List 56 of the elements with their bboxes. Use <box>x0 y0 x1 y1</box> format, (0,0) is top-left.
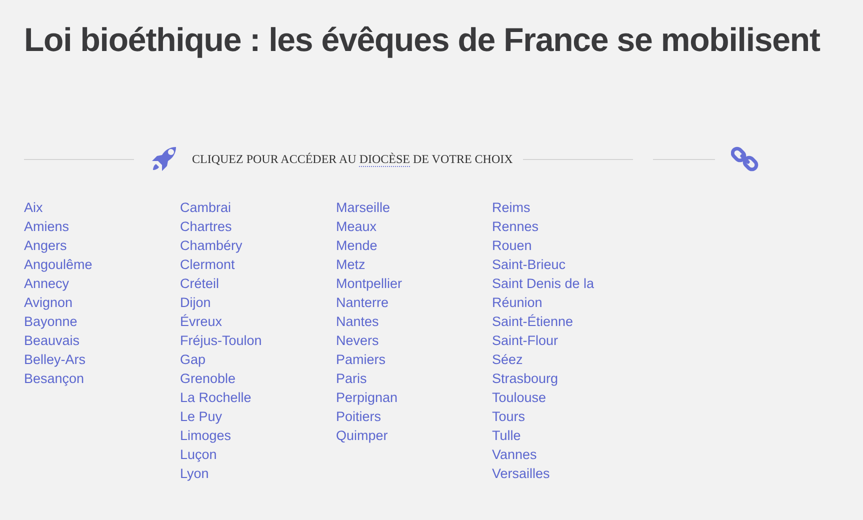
diocese-link[interactable]: Tours <box>492 407 526 426</box>
diocese-link[interactable]: Marseille <box>336 198 390 217</box>
diocese-link[interactable]: Montpellier <box>336 274 402 293</box>
diocese-link[interactable]: Angoulême <box>24 255 92 274</box>
diocese-link[interactable]: Clermont <box>180 255 235 274</box>
diocese-link[interactable]: Perpignan <box>336 388 398 407</box>
diocese-link[interactable]: Saint-Étienne <box>492 312 574 331</box>
banner-text: CLIQUEZ POUR ACCÉDER AU DIOCÈSE DE VOTRE CHOIX <box>192 152 513 166</box>
diocese-link[interactable]: Cambrai <box>180 198 232 217</box>
diocese-link[interactable]: Beauvais <box>24 331 80 350</box>
diocese-link[interactable]: Meaux <box>336 217 377 236</box>
diocese-link[interactable]: Le Puy <box>180 407 222 426</box>
diocese-link[interactable]: Limoges <box>180 426 232 445</box>
diocese-link[interactable]: Dijon <box>180 293 211 312</box>
diocese-link[interactable]: Belley-Ars <box>24 350 86 369</box>
diocese-link[interactable]: Vannes <box>492 445 537 464</box>
diocese-link[interactable]: Fréjus-Toulon <box>180 331 262 350</box>
diocese-link[interactable]: Poitiers <box>336 407 382 426</box>
diocese-link[interactable]: Gap <box>180 350 206 369</box>
diocese-link[interactable]: Nanterre <box>336 293 389 312</box>
diocese-link[interactable]: Paris <box>336 369 367 388</box>
diocese-link[interactable]: Metz <box>336 255 366 274</box>
diocese-link[interactable]: Saint Denis de la Réunion <box>492 274 620 312</box>
diocese-link[interactable]: Versailles <box>492 464 550 483</box>
diocese-link[interactable]: Grenoble <box>180 369 236 388</box>
diocese-link[interactable]: Rennes <box>492 217 539 236</box>
diocese-link[interactable]: Nevers <box>336 331 379 350</box>
diocese-link[interactable]: Besançon <box>24 369 84 388</box>
diocese-link[interactable]: Rouen <box>492 236 532 255</box>
diocese-link[interactable]: Angers <box>24 236 67 255</box>
rocket-icon <box>150 145 178 173</box>
diocese-link[interactable]: Tulle <box>492 426 521 445</box>
diocese-link[interactable]: Saint-Brieuc <box>492 255 566 274</box>
diocese-link[interactable]: Séez <box>492 350 523 369</box>
diocese-link[interactable]: Bayonne <box>24 312 78 331</box>
article-title: Loi bioéthique : les évêques de France se mobilisent <box>24 20 820 60</box>
diocese-link[interactable]: Toulouse <box>492 388 546 407</box>
diocese-link[interactable]: Amiens <box>24 217 70 236</box>
diocese-link[interactable]: Strasbourg <box>492 369 558 388</box>
diocese-link[interactable]: Annecy <box>24 274 70 293</box>
diocese-link[interactable]: Créteil <box>180 274 220 293</box>
diocese-link[interactable]: Avignon <box>24 293 73 312</box>
diocese-link[interactable]: Luçon <box>180 445 217 464</box>
diocese-link[interactable]: Saint-Flour <box>492 331 558 350</box>
diocese-link[interactable]: Chambéry <box>180 236 242 255</box>
diocese-link[interactable]: Aix <box>24 198 43 217</box>
diocese-link[interactable]: La Rochelle <box>180 388 252 407</box>
diocese-link[interactable]: Reims <box>492 198 530 217</box>
diocese-link[interactable]: Évreux <box>180 312 222 331</box>
diocese-link[interactable]: Nantes <box>336 312 379 331</box>
diocese-link[interactable]: Chartres <box>180 217 232 236</box>
link-icon[interactable] <box>730 145 759 173</box>
diocese-link[interactable]: Mende <box>336 236 378 255</box>
diocese-link[interactable]: Lyon <box>180 464 209 483</box>
diocese-link[interactable]: Pamiers <box>336 350 386 369</box>
diocese-link[interactable]: Quimper <box>336 426 388 445</box>
